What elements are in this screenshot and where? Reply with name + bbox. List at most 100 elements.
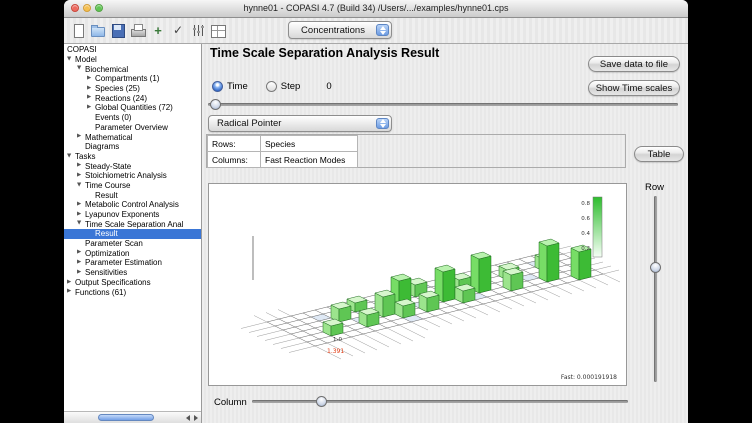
tree-item-result[interactable]: Result xyxy=(64,190,201,200)
tree-down-arrow-icon[interactable]: ▼ xyxy=(77,219,85,229)
tree-item-reactions-24[interactable]: ▶Reactions (24) xyxy=(64,93,201,103)
tree-down-arrow-icon[interactable]: ▼ xyxy=(77,181,85,191)
tree-right-arrow-icon[interactable]: ▶ xyxy=(87,74,95,84)
zoom-window-button[interactable] xyxy=(95,4,103,12)
tree-item-species-25[interactable]: ▶Species (25) xyxy=(64,84,201,94)
window-controls xyxy=(71,4,103,12)
tree-item-label: Reactions (24) xyxy=(95,94,147,103)
tree-right-arrow-icon[interactable]: ▶ xyxy=(77,210,85,220)
open-file-icon[interactable] xyxy=(90,22,106,39)
tree-item-metabolic-control-analysis[interactable]: ▶Metabolic Control Analysis xyxy=(64,200,201,210)
tree-down-arrow-icon[interactable]: ▼ xyxy=(67,55,75,65)
pointer-dropdown[interactable]: Radical Pointer xyxy=(208,115,392,132)
tree-item-biochemical[interactable]: ▼Biochemical xyxy=(64,64,201,74)
table-button[interactable]: Table xyxy=(634,146,684,162)
title-bar[interactable]: hynne01 - COPASI 4.7 (Build 34) /Users/.… xyxy=(64,0,688,18)
dropdown-stepper-icon xyxy=(376,118,389,129)
save-icon[interactable] xyxy=(110,22,126,39)
tree-item-parameter-overview[interactable]: Parameter Overview xyxy=(64,123,201,133)
tree-right-arrow-icon[interactable]: ▶ xyxy=(77,200,85,210)
print-icon[interactable] xyxy=(130,22,146,39)
tree-item-mathematical[interactable]: ▶Mathematical xyxy=(64,132,201,142)
tree-item-compartments-1[interactable]: ▶Compartments (1) xyxy=(64,74,201,84)
tree-right-arrow-icon[interactable]: ▶ xyxy=(77,161,85,171)
tree-item-label: Time Scale Separation Anal xyxy=(85,220,183,229)
tree-item-parameter-scan[interactable]: Parameter Scan xyxy=(64,239,201,249)
tree-right-arrow-icon[interactable]: ▶ xyxy=(87,84,95,94)
tree-item-label: COPASI xyxy=(67,45,97,54)
tree-item-label: Diagrams xyxy=(85,142,119,151)
new-document-icon[interactable] xyxy=(70,22,86,39)
tree-item-optimization[interactable]: ▶Optimization xyxy=(64,248,201,258)
adjust-icon[interactable] xyxy=(190,22,206,39)
show-time-scales-button[interactable]: Show Time scales xyxy=(588,80,680,96)
tree-item-result[interactable]: Result xyxy=(64,229,201,239)
tree-item-output-specifications[interactable]: ▶Output Specifications xyxy=(64,278,201,288)
scroll-right-icon[interactable] xyxy=(194,415,198,421)
concentrations-dropdown[interactable]: Concentrations xyxy=(288,21,392,39)
tree-right-arrow-icon[interactable]: ▶ xyxy=(77,258,85,268)
save-data-to-file-button[interactable]: Save data to file xyxy=(588,56,680,72)
scroll-left-icon[interactable] xyxy=(186,415,190,421)
tree-right-arrow-icon[interactable]: ▶ xyxy=(77,268,85,278)
minimize-window-button[interactable] xyxy=(83,4,91,12)
tree-item-tasks[interactable]: ▼Tasks xyxy=(64,152,201,162)
scrollbar-arrow-buttons[interactable] xyxy=(186,415,198,421)
tree-item-model[interactable]: ▼Model xyxy=(64,55,201,65)
tree-item-label: Sensitivities xyxy=(85,268,127,277)
sidebar-horizontal-scrollbar[interactable] xyxy=(64,411,201,423)
tree-right-arrow-icon[interactable]: ▶ xyxy=(87,103,95,113)
tree-item-label: Model xyxy=(75,55,97,64)
column-slider[interactable] xyxy=(252,396,628,408)
tree-item-label: Compartments (1) xyxy=(95,74,159,83)
tree-item-label: Functions (61) xyxy=(75,288,126,297)
time-slider-track[interactable] xyxy=(208,103,678,106)
legend-colorbar xyxy=(593,197,602,257)
tree-right-arrow-icon[interactable]: ▶ xyxy=(77,248,85,258)
close-window-button[interactable] xyxy=(71,4,79,12)
tree-right-arrow-icon[interactable]: ▶ xyxy=(67,287,75,297)
tree-item-diagrams[interactable]: Diagrams xyxy=(64,142,201,152)
time-radio-label: Time xyxy=(227,81,248,92)
dropdown-stepper-icon xyxy=(376,24,389,36)
tree-right-arrow-icon[interactable]: ▶ xyxy=(77,132,85,142)
tree-item-lyapunov-exponents[interactable]: ▶Lyapunov Exponents xyxy=(64,210,201,220)
tree-right-arrow-icon[interactable]: ▶ xyxy=(87,93,95,103)
tree-item-functions-61[interactable]: ▶Functions (61) xyxy=(64,287,201,297)
plot-area: 0.80.60.40.21-01.391Fast: 0.000191918 xyxy=(208,183,627,386)
column-slider-label: Column xyxy=(214,397,247,408)
tree-item-events-0[interactable]: Events (0) xyxy=(64,113,201,123)
legend-tick-label: 0.2 xyxy=(581,246,590,252)
tree-down-arrow-icon[interactable]: ▼ xyxy=(77,64,85,74)
scrollbar-thumb[interactable] xyxy=(98,414,154,421)
tree-down-arrow-icon[interactable]: ▼ xyxy=(67,152,75,162)
tree-item-time-course[interactable]: ▼Time Course xyxy=(64,181,201,191)
time-slider[interactable] xyxy=(208,99,678,111)
column-slider-track[interactable] xyxy=(252,400,628,403)
row-slider[interactable] xyxy=(650,196,662,382)
step-radio[interactable] xyxy=(266,81,277,92)
time-radio[interactable] xyxy=(212,81,223,92)
tree-item-stoichiometric-analysis[interactable]: ▶Stoichiometric Analysis xyxy=(64,171,201,181)
tree-right-arrow-icon[interactable]: ▶ xyxy=(67,278,75,288)
main-panel: Time Scale Separation Analysis Result Sa… xyxy=(202,44,688,423)
tree-item-global-quantities-72[interactable]: ▶Global Quantities (72) xyxy=(64,103,201,113)
tree-item-time-scale-separation-anal[interactable]: ▼Time Scale Separation Anal xyxy=(64,219,201,229)
tree-item-steady-state[interactable]: ▶Steady-State xyxy=(64,161,201,171)
tree-item-sensitivities[interactable]: ▶Sensitivities xyxy=(64,268,201,278)
apply-icon[interactable] xyxy=(170,22,186,39)
view-grid-icon[interactable] xyxy=(210,22,226,39)
row-slider-handle[interactable] xyxy=(650,262,661,273)
tree-item-parameter-estimation[interactable]: ▶Parameter Estimation xyxy=(64,258,201,268)
time-slider-handle[interactable] xyxy=(210,99,221,110)
column-slider-handle[interactable] xyxy=(316,396,327,407)
tree-right-arrow-icon[interactable]: ▶ xyxy=(77,171,85,181)
row-slider-track[interactable] xyxy=(654,196,657,382)
tree-item-label: Parameter Overview xyxy=(95,123,168,132)
concentrations-dropdown-label: Concentrations xyxy=(301,25,365,36)
step-value: 0 xyxy=(326,81,331,92)
columns-label-cell: Columns: xyxy=(208,152,261,168)
axis-label: 1-0 xyxy=(333,337,342,343)
tree-item-copasi[interactable]: COPASI xyxy=(64,45,201,55)
add-icon[interactable] xyxy=(150,22,166,39)
